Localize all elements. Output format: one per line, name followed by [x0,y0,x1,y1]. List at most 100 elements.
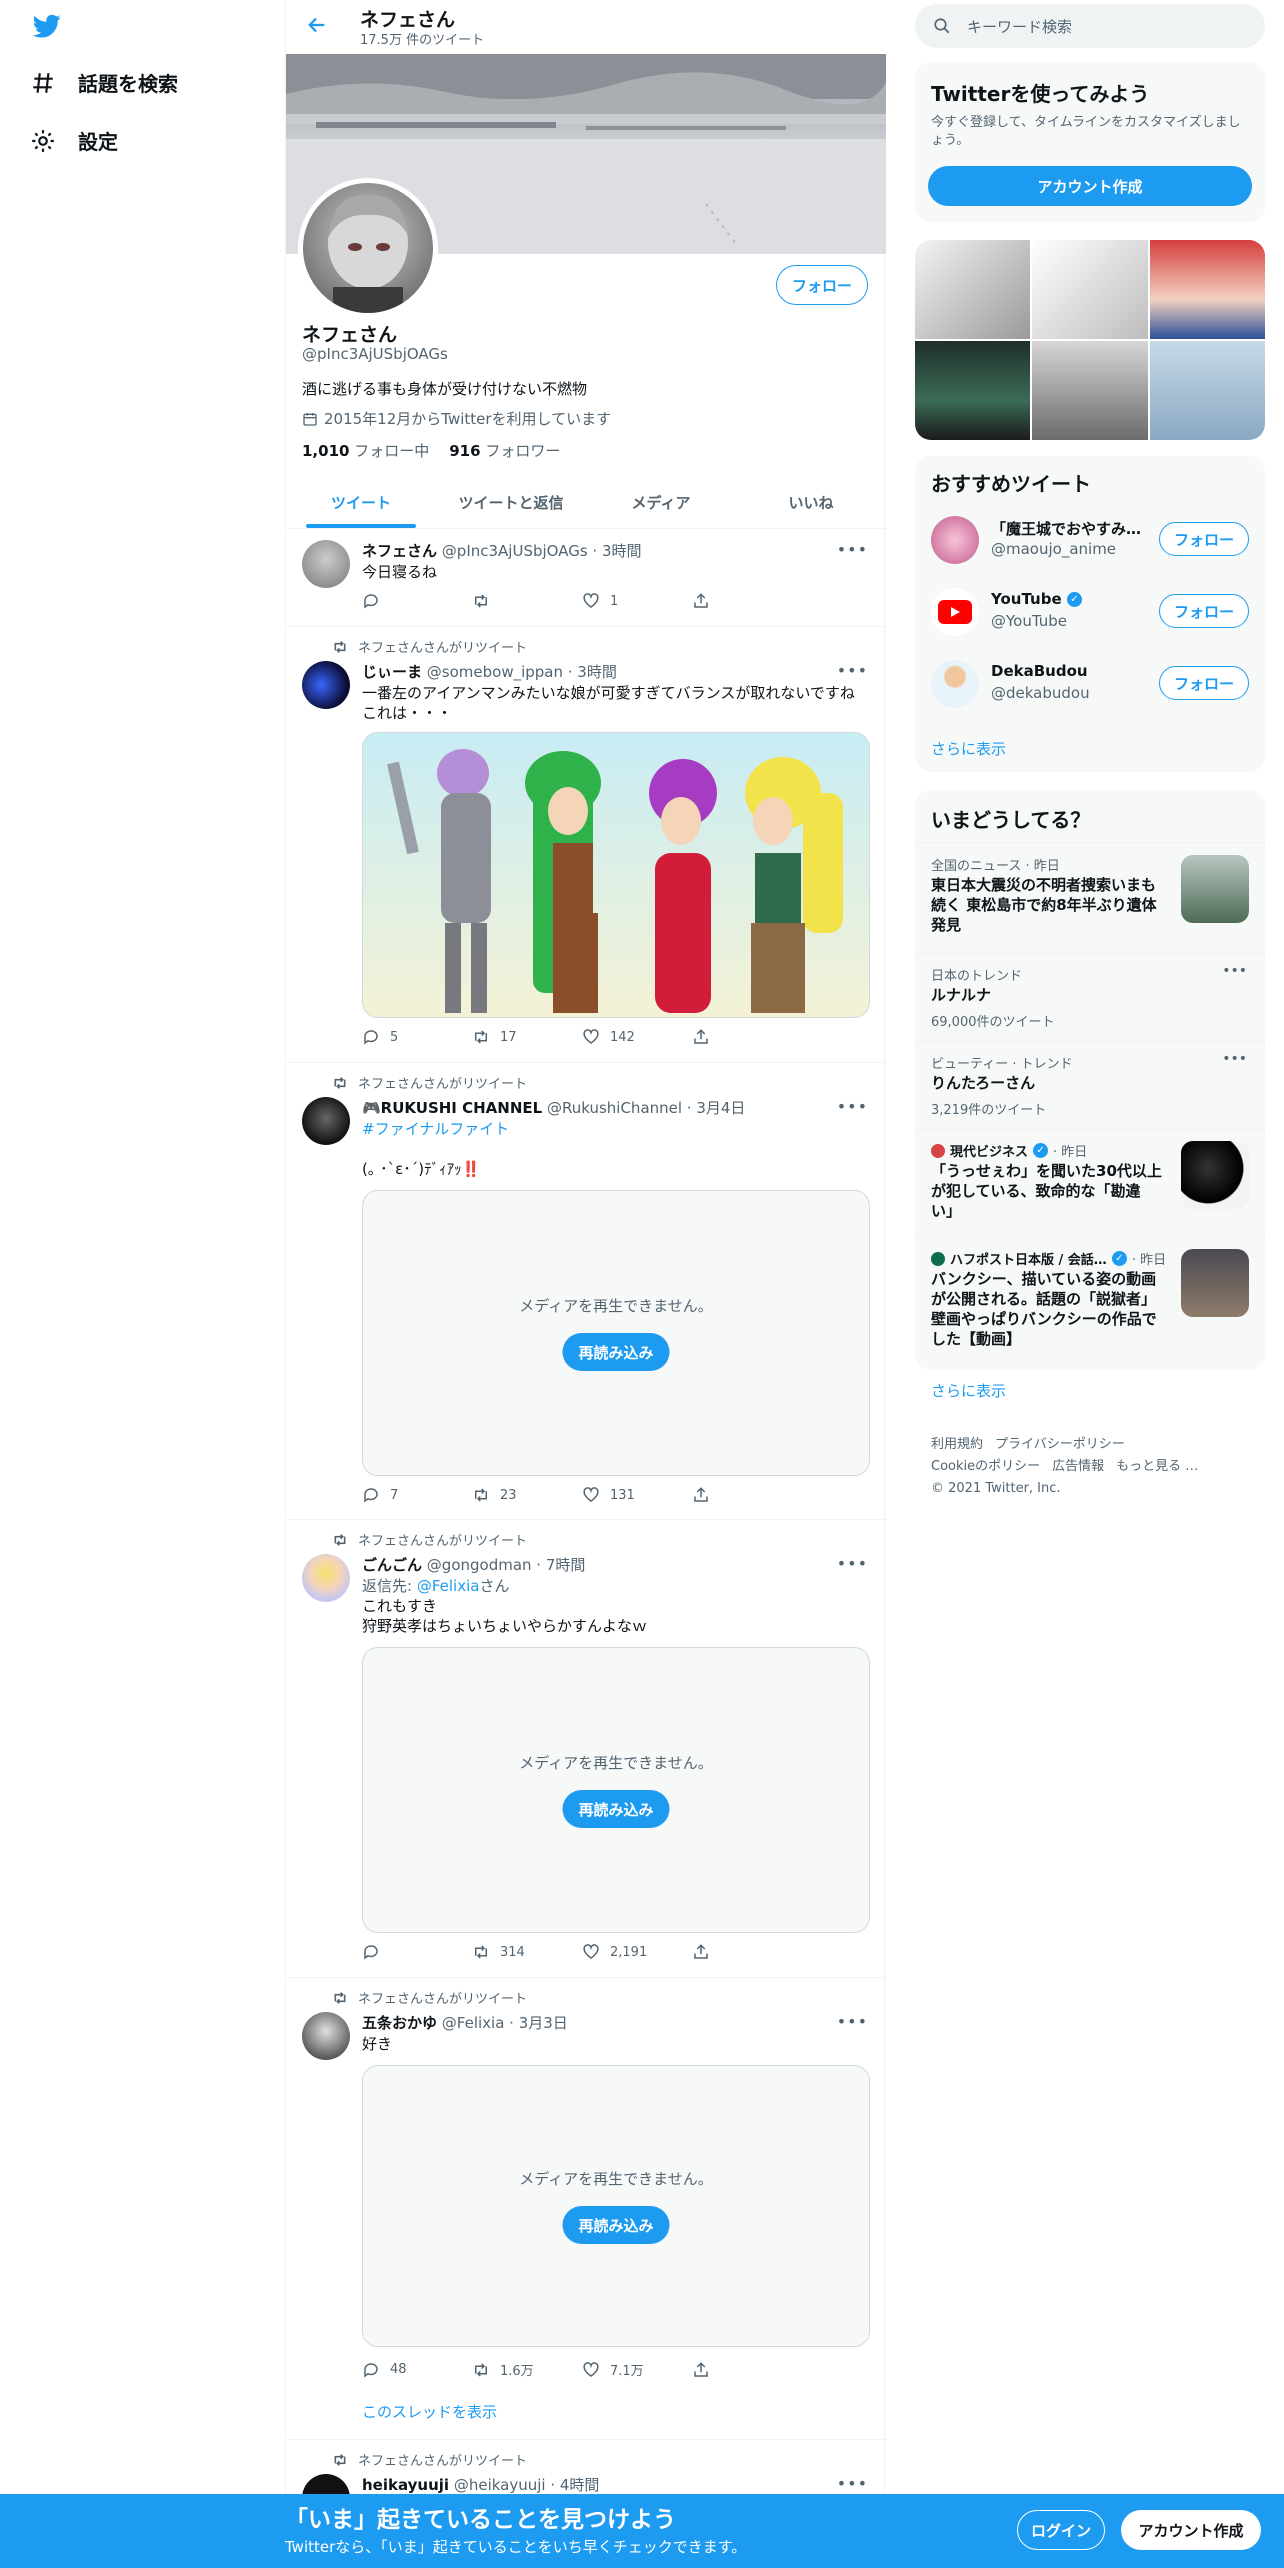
search-input[interactable]: キーワード検索 [967,16,1072,37]
reload-button[interactable]: 再読み込み [562,1333,670,1371]
tab-tweets[interactable]: ツイート [286,476,436,528]
retweet-button[interactable]: 1.6万 [472,2360,582,2379]
reply-button[interactable]: 48 [362,2360,472,2379]
reply-to-handle[interactable]: @Felixia [417,1577,480,1595]
share-icon [694,1029,708,1044]
retweet-button[interactable]: 314 [472,1943,582,1961]
media-thumb[interactable] [1149,341,1265,440]
like-button[interactable]: 7.1万 [582,2360,692,2379]
followers-link[interactable]: 916 フォロワー [449,440,560,461]
more-icon[interactable]: ••• [837,1554,868,1573]
more-icon[interactable]: ••• [1222,963,1247,979]
nav-settings[interactable]: 設定 [30,126,118,155]
retweet-button[interactable]: 23 [472,1486,582,1504]
share-button[interactable] [692,2360,802,2379]
retweet-button[interactable]: 17 [472,1028,582,1046]
trend-item[interactable]: ビューティー · トレンド ••• りんたろーさん 3,219件のツイート [915,1040,1265,1128]
retweet-button[interactable] [472,592,582,610]
reload-button[interactable]: 再読み込み [562,2206,670,2244]
more-icon[interactable]: ••• [837,540,868,559]
media-thumb[interactable] [915,240,1031,339]
tweet-author-name[interactable]: heikayuuji [362,2476,449,2494]
footer-link-ads[interactable]: 広告情報 [1052,1459,1104,1474]
like-button[interactable]: 142 [582,1028,692,1046]
avatar[interactable] [931,516,979,564]
trend-item[interactable]: ハフポスト日本版 / 会話… ✓ · 昨日 バンクシー、描いている姿の動画 が公開さ… [915,1236,1265,1370]
trend-item[interactable]: 日本のトレンド ••• ルナルナ 69,000件のツイート [915,952,1265,1040]
reply-button[interactable]: 5 [362,1028,472,1046]
media-error-text: メディアを再生できません。 [519,2170,713,2188]
footer-link-cookie[interactable]: Cookieのポリシー [931,1459,1040,1474]
more-icon[interactable]: ••• [837,2474,868,2493]
footer-link-terms[interactable]: 利用規約 [931,1437,983,1452]
create-account-button[interactable]: アカウント作成 [928,166,1252,206]
share-button[interactable] [692,592,802,610]
share-button[interactable] [692,1028,802,1046]
tab-likes[interactable]: いいね [736,476,886,528]
tweet-author-name[interactable]: 五条おかゆ [362,2014,437,2032]
more-icon[interactable]: ••• [837,1097,868,1116]
tweet-author-name[interactable]: ごんごん [362,1556,422,1574]
reply-button[interactable]: 7 [362,1486,472,1504]
hashtag-link[interactable]: #ファイナルファイト [362,1119,872,1139]
share-button[interactable] [692,1943,802,1961]
tweet[interactable]: ネフェさん @pInc3AjUSbjOAGs · 3時間 ••• 今日寝るね 1 [286,530,886,627]
avatar[interactable] [302,661,350,709]
follow-button[interactable]: フォロー [1159,522,1249,556]
more-icon[interactable]: ••• [1222,1051,1247,1067]
tweet[interactable]: ネフェさんさんがリツイート 🎮RUKUSHI CHANNEL @RukushiC… [286,1063,886,1520]
avatar[interactable] [302,540,350,588]
back-arrow-icon[interactable] [306,14,328,36]
tweet[interactable]: ネフェさんさんがリツイート 五条おかゆ @Felixia · 3月3日 ••• … [286,1978,886,2440]
search-box[interactable]: キーワード検索 [915,4,1265,48]
reload-button[interactable]: 再読み込み [562,1790,670,1828]
reply-button[interactable] [362,592,472,610]
login-button[interactable]: ログイン [1017,2510,1105,2550]
trend-item[interactable]: 全国のニュース · 昨日 東日本大震災の不明者捜索いまも 続く 東松島市で約8年… [915,842,1265,952]
twitter-logo-icon[interactable] [30,12,64,40]
share-button[interactable] [692,1486,802,1504]
profile-avatar[interactable] [298,178,438,318]
tweet[interactable]: ネフェさんさんがリツイート ごんごん @gongodman · 7時間 ••• … [286,1520,886,1978]
tweet-text: 一番左のアイアンマンみたいな娘が可愛すぎてバランスが取れないですね これは・・・ [362,684,855,722]
main-column: ネフェさん 17.5万 件のツイート フォロー ネフェさん @pInc3AjUS… [285,0,886,2568]
tweet-author-name[interactable]: 🎮RUKUSHI CHANNEL [362,1099,542,1117]
tab-tweets-and-replies[interactable]: ツイートと返信 [436,476,586,528]
avatar[interactable] [302,2012,350,2060]
avatar[interactable] [931,660,979,708]
show-more-link[interactable]: さらに表示 [931,738,1006,759]
tweet-text: (｡ ･`ε･´)ﾃﾞｨｱｯ‼️ [362,1160,481,1178]
more-icon[interactable]: ••• [837,2012,868,2031]
avatar[interactable] [302,1097,350,1145]
tweet-author-name[interactable]: じぃーま [362,663,422,681]
media-thumb[interactable] [1032,240,1148,339]
follow-button[interactable]: フォロー [1159,594,1249,628]
nav-explore[interactable]: 話題を検索 [30,68,178,97]
recommended-user[interactable]: YouTube ✓ @YouTube フォロー [915,576,1265,648]
tab-media[interactable]: メディア [586,476,736,528]
media-thumb[interactable] [1032,341,1148,440]
follow-button[interactable]: フォロー [776,265,868,305]
avatar[interactable] [302,1554,350,1602]
show-thread-link[interactable]: このスレッドを表示 [362,2402,872,2422]
reply-button[interactable] [362,1943,472,1961]
more-icon[interactable]: ••• [837,661,868,680]
like-button[interactable]: 1 [582,592,692,610]
footer-link-privacy[interactable]: プライバシーポリシー [995,1437,1125,1452]
signup-button[interactable]: アカウント作成 [1121,2510,1261,2550]
like-button[interactable]: 2,191 [582,1943,692,1961]
tweet[interactable]: ネフェさんさんがリツイート じぃーま @somebow_ippan · 3時間 … [286,627,886,1063]
recommended-user[interactable]: 「魔王城でおやすみ… @maoujo_anime フォロー [915,504,1265,576]
media-thumb[interactable] [1149,240,1265,339]
tweet-image[interactable] [362,732,870,1018]
media-thumb[interactable] [915,341,1031,440]
youtube-logo-icon[interactable] [931,588,979,636]
like-button[interactable]: 131 [582,1486,692,1504]
follow-button[interactable]: フォロー [1159,666,1249,700]
recommended-user[interactable]: DekaBudou @dekabudou フォロー [915,648,1265,720]
trends-show-more-link[interactable]: さらに表示 [931,1380,1006,1401]
tweet-author-name[interactable]: ネフェさん [362,542,437,560]
trend-item[interactable]: 現代ビジネス ✓ · 昨日 「うっせぇわ」を聞いた30代以上 が犯している、致命的な… [915,1128,1265,1236]
footer-link-more[interactable]: もっと見る … [1116,1459,1198,1474]
following-link[interactable]: 1,010 フォロー中 [302,440,429,461]
